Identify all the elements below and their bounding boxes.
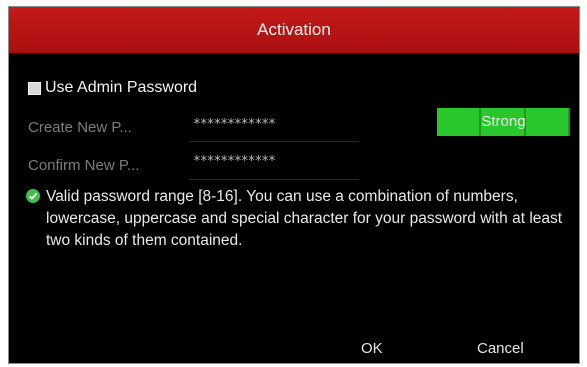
- password-info: Valid password range [8-16]. You can use…: [26, 186, 566, 252]
- use-admin-password-label: Use Admin Password: [45, 79, 198, 96]
- confirm-password-label: Confirm New P...: [28, 157, 140, 174]
- confirm-password-underline: [189, 179, 359, 180]
- check-icon: [26, 189, 40, 203]
- use-admin-password-option[interactable]: Use Admin Password: [28, 79, 579, 97]
- create-password-field[interactable]: ************: [193, 117, 276, 132]
- confirm-password-field[interactable]: ************: [193, 154, 276, 169]
- password-strength-indicator: Strong: [437, 108, 570, 136]
- create-password-label: Create New P...: [28, 119, 132, 136]
- use-admin-password-checkbox[interactable]: [28, 81, 41, 95]
- dialog-title: Activation: [9, 7, 579, 53]
- strength-label: Strong: [481, 113, 526, 130]
- password-info-text: Valid password range [8-16]. You can use…: [46, 188, 563, 249]
- ok-button[interactable]: OK: [361, 340, 383, 357]
- dialog-body: Use Admin Password Create New P... *****…: [9, 53, 579, 363]
- activation-dialog: Activation Use Admin Password Create New…: [8, 6, 580, 364]
- cancel-button[interactable]: Cancel: [477, 340, 524, 357]
- create-password-underline: [189, 141, 359, 142]
